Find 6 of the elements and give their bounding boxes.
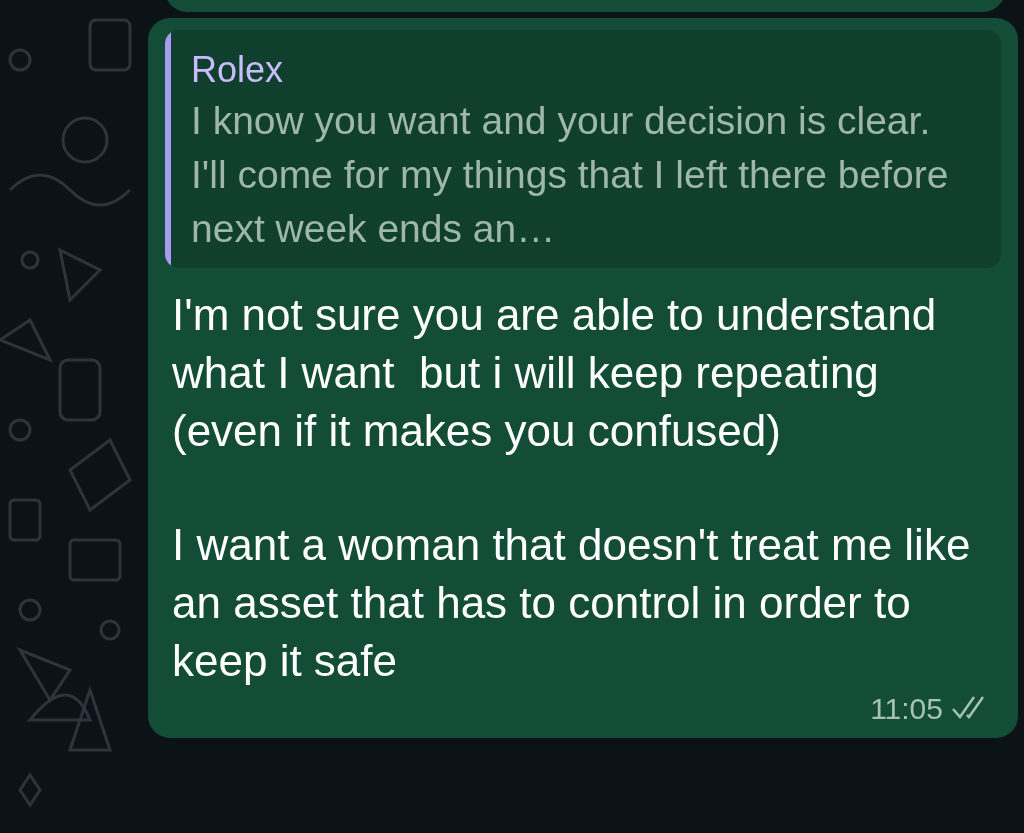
reply-quote[interactable]: Rolex I know you want and your decision is clear. I'll come for my things that I left there before next week ends an… xyxy=(165,30,1001,268)
message-time: 11:05 xyxy=(870,690,943,727)
message-text: I'm not sure you are able to understand what I want but i will keep repeating (even if it makes you confused) xyxy=(172,289,938,457)
quote-sender: Rolex xyxy=(191,48,285,92)
message-text: I want a woman that doesn't treat me like an asset that has to control in order to keep it safe xyxy=(172,519,972,687)
quote-text: I know you want and your decision is clear. I'll come for my things that I left there before next week ends an… xyxy=(191,98,950,252)
